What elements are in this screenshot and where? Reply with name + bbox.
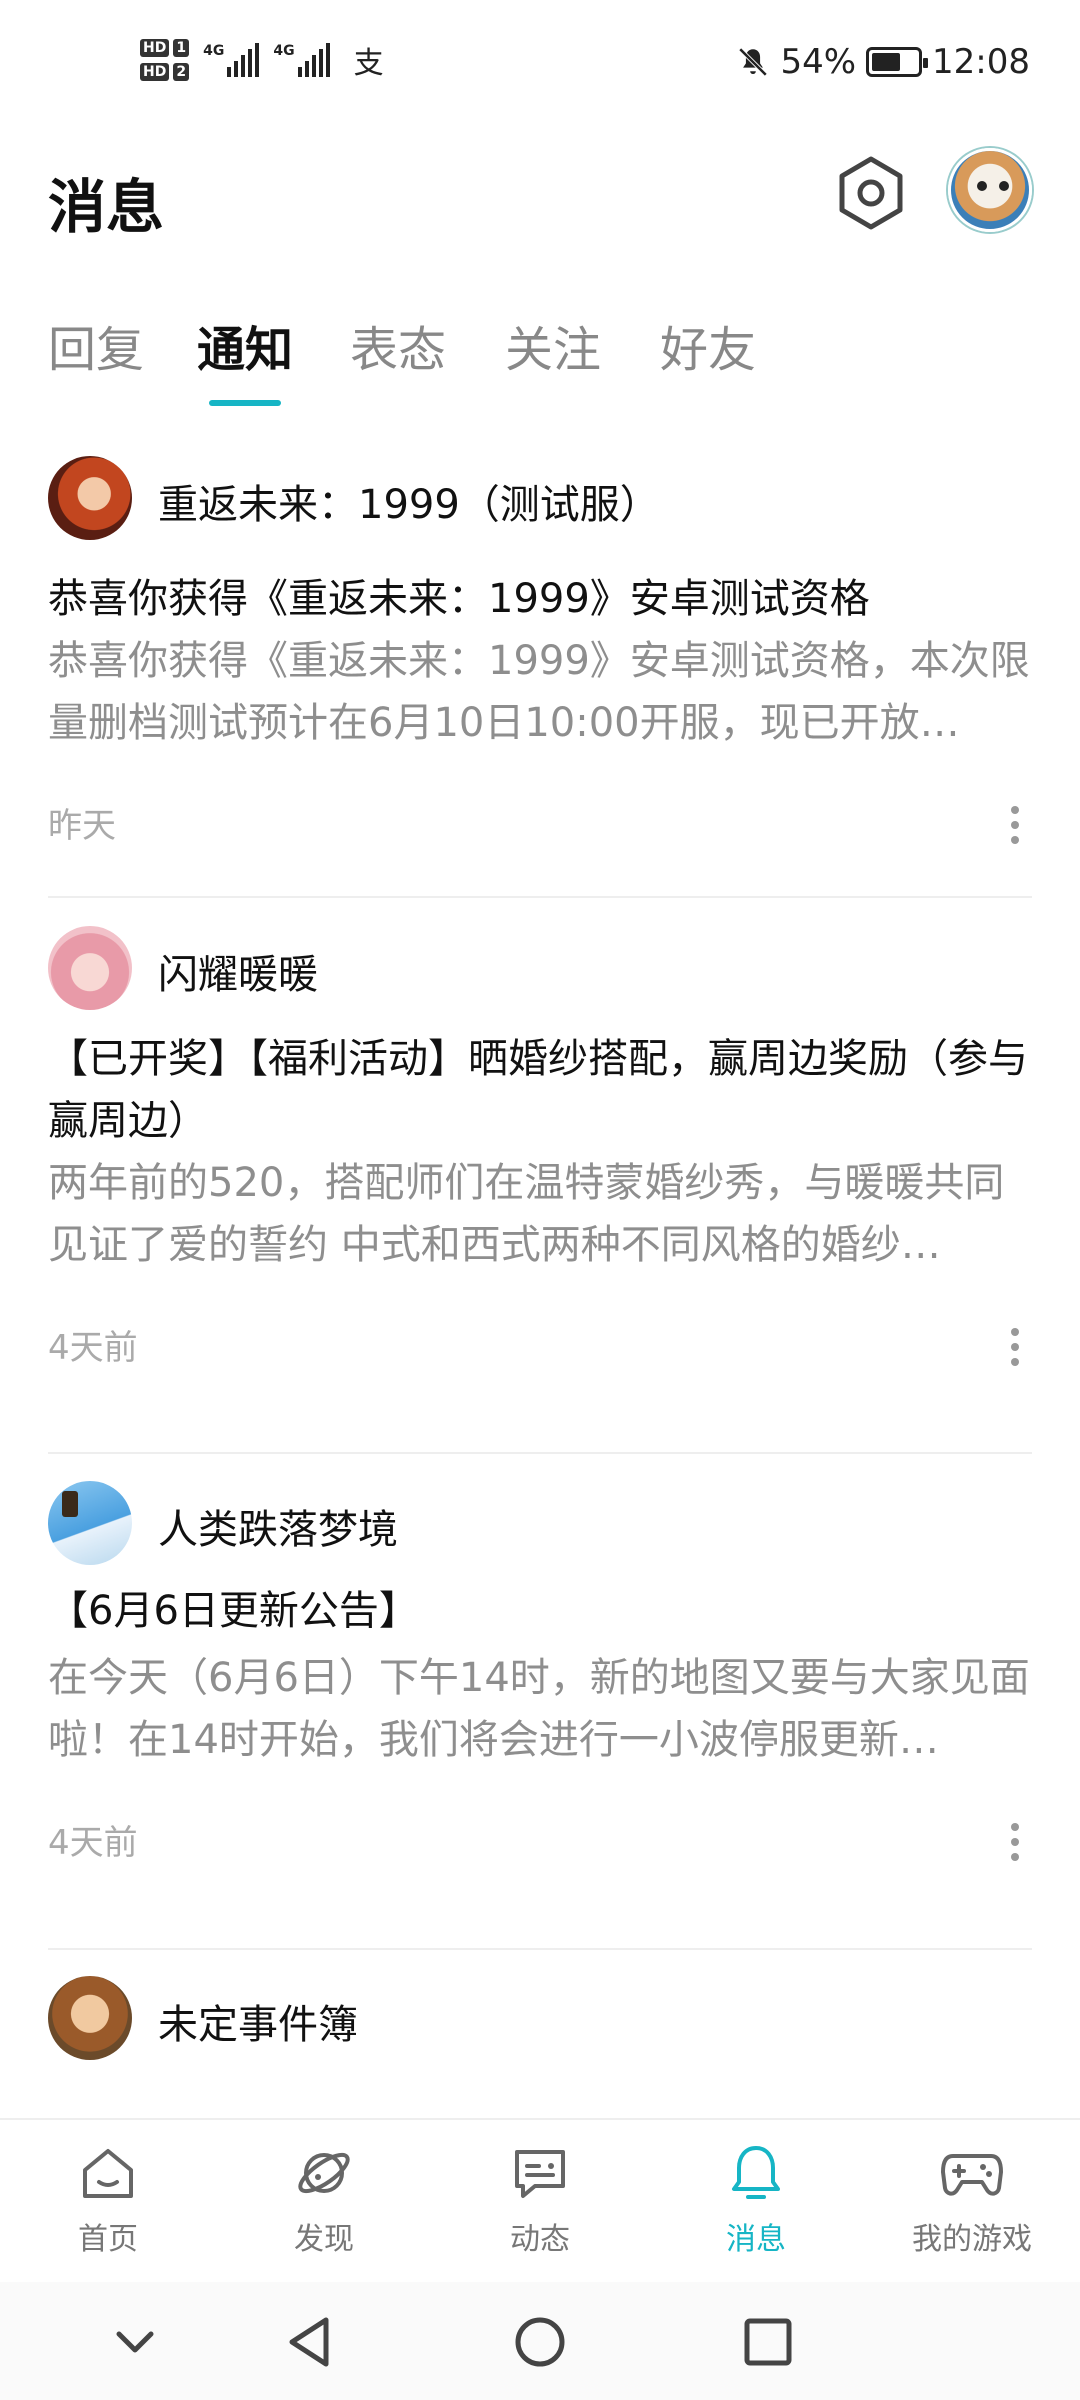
sender-name[interactable]: 闪耀暖暖 bbox=[158, 942, 318, 1000]
nav-feed[interactable]: 动态 bbox=[440, 2142, 640, 2258]
home-circle-icon[interactable] bbox=[510, 2312, 570, 2372]
mute-bell-icon bbox=[739, 47, 768, 77]
sender-avatar[interactable] bbox=[48, 1481, 132, 1565]
nav-label: 消息 bbox=[726, 2222, 786, 2257]
settings-button[interactable] bbox=[832, 154, 910, 232]
page-title: 消息 bbox=[48, 173, 165, 241]
planet-icon bbox=[298, 2152, 350, 2194]
notification-title: 【6月6日更新公告】 bbox=[48, 1588, 419, 1634]
tab-follow[interactable]: 关注 bbox=[505, 310, 601, 380]
notification-time: 4天前 bbox=[48, 1823, 138, 1863]
list-item[interactable]: 闪耀暖暖 【已开奖】【福利活动】晒婚纱搭配，赢周边奖励（参与赢周边） 两年前的5… bbox=[0, 900, 1080, 1455]
active-tab-indicator bbox=[209, 400, 281, 406]
divider bbox=[48, 896, 1032, 898]
signal-icon-2: 4G bbox=[273, 43, 330, 77]
network-type-label-2: 4G bbox=[273, 43, 295, 59]
clock: 12:08 bbox=[932, 42, 1030, 82]
nav-home[interactable]: 首页 bbox=[8, 2142, 208, 2258]
tab-reactions[interactable]: 表态 bbox=[350, 310, 446, 380]
hd1-badge: HD bbox=[140, 39, 170, 57]
bell-icon bbox=[732, 2146, 780, 2199]
gamepad-icon bbox=[941, 2154, 1003, 2196]
hd2-badge: HD bbox=[140, 63, 170, 81]
nav-label: 首页 bbox=[78, 2222, 138, 2257]
sender-name[interactable]: 重返未来：1999（测试服） bbox=[158, 472, 660, 530]
more-options-icon[interactable] bbox=[1000, 1322, 1030, 1372]
user-avatar[interactable] bbox=[948, 148, 1032, 232]
list-item[interactable]: 未定事件簿 bbox=[0, 1950, 1080, 2118]
status-bar: HD 1 HD 2 4G 4G 支 54% 12:08 bbox=[0, 0, 1080, 130]
message-tabs: 回复 通知 表态 关注 好友 bbox=[0, 300, 1080, 410]
notification-title: 【已开奖】【福利活动】晒婚纱搭配，赢周边奖励（参与赢周边） bbox=[48, 1036, 1028, 1144]
notification-desc: 恭喜你获得《重返未来：1999》安卓测试资格，本次限量删档测试预计在6月10日1… bbox=[48, 638, 1030, 746]
sender-name[interactable]: 人类跌落梦境 bbox=[158, 1497, 398, 1555]
notification-title: 恭喜你获得《重返未来：1999》安卓测试资格 bbox=[48, 576, 870, 622]
status-right: 54% 12:08 bbox=[736, 42, 1030, 82]
list-item[interactable]: 人类跌落梦境 【6月6日更新公告】 在今天（6月6日）下午14时，新的地图又要与… bbox=[0, 1455, 1080, 1950]
tab-notifications[interactable]: 通知 bbox=[197, 310, 293, 380]
recents-square-icon[interactable] bbox=[738, 2312, 798, 2372]
list-item[interactable]: 重返未来：1999（测试服） 恭喜你获得《重返未来：1999》安卓测试资格 恭喜… bbox=[0, 430, 1080, 900]
bottom-nav: 首页 发现 动态 消息 我的游戏 bbox=[0, 2118, 1080, 2280]
battery-percent: 54% bbox=[780, 42, 857, 82]
sender-avatar[interactable] bbox=[48, 1976, 132, 2060]
alipay-icon: 支 bbox=[353, 46, 384, 81]
sender-avatar[interactable] bbox=[48, 456, 132, 540]
notification-desc: 在今天（6月6日）下午14时，新的地图又要与大家见面啦！在14时开始，我们将会进… bbox=[48, 1655, 1030, 1763]
notification-desc: 两年前的520，搭配师们在温特蒙婚纱秀，与暖暖共同见证了爱的誓约 中式和西式两种… bbox=[48, 1160, 1005, 1268]
chat-bubble-icon bbox=[515, 2150, 565, 2198]
sim2-badge: 2 bbox=[173, 63, 190, 81]
sim1-indicator: HD 1 bbox=[140, 39, 190, 57]
nav-discover[interactable]: 发现 bbox=[224, 2142, 424, 2258]
battery-icon bbox=[866, 47, 929, 77]
status-left: HD 1 HD 2 4G 4G 支 bbox=[140, 38, 384, 82]
signal-icon: 4G bbox=[203, 43, 260, 77]
tab-friends[interactable]: 好友 bbox=[660, 310, 756, 380]
nav-label: 我的游戏 bbox=[912, 2222, 1032, 2257]
more-options-icon[interactable] bbox=[1000, 1817, 1030, 1867]
divider bbox=[48, 1452, 1032, 1454]
nav-my-games[interactable]: 我的游戏 bbox=[872, 2142, 1072, 2258]
notification-time: 昨天 bbox=[48, 806, 116, 846]
sender-avatar[interactable] bbox=[48, 926, 132, 1010]
sim2-indicator: HD 2 bbox=[140, 63, 190, 81]
network-type-label: 4G bbox=[203, 43, 225, 59]
sim-indicators: HD 1 HD 2 bbox=[140, 39, 190, 81]
hexagon-settings-icon bbox=[839, 156, 903, 230]
app-header: 消息 bbox=[0, 130, 1080, 260]
nav-messages[interactable]: 消息 bbox=[656, 2142, 856, 2258]
home-icon bbox=[83, 2149, 133, 2198]
sim1-badge: 1 bbox=[173, 39, 190, 57]
more-options-icon[interactable] bbox=[1000, 800, 1030, 850]
notification-time: 4天前 bbox=[48, 1328, 138, 1368]
nav-label: 动态 bbox=[510, 2222, 570, 2257]
hide-chevron-icon[interactable] bbox=[105, 2312, 165, 2372]
back-triangle-icon[interactable] bbox=[280, 2312, 340, 2372]
sender-name[interactable]: 未定事件簿 bbox=[158, 1992, 358, 2050]
tab-reply[interactable]: 回复 bbox=[48, 310, 144, 380]
system-nav-bar bbox=[0, 2282, 1080, 2400]
nav-label: 发现 bbox=[294, 2222, 354, 2257]
